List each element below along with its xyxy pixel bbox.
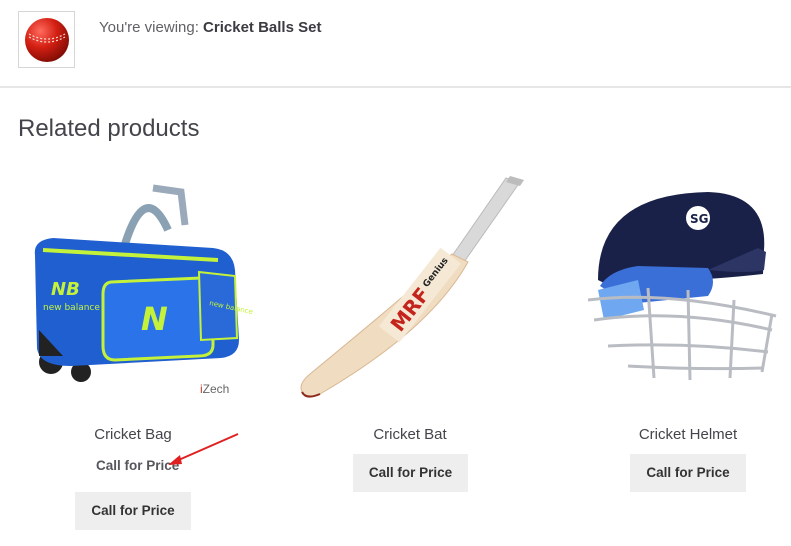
viewing-prefix: You're viewing: (99, 19, 199, 36)
cricket-bat-image[interactable]: MRF Genius (280, 170, 540, 410)
cricket-ball-icon (24, 17, 69, 62)
product-name[interactable]: Cricket Helmet (558, 426, 791, 443)
viewing-label: You're viewing: Cricket Balls Set (99, 19, 321, 36)
svg-text:SG: SG (690, 212, 709, 226)
cricket-helmet-image[interactable]: SG (558, 170, 791, 410)
svg-text:NB: NB (51, 279, 80, 300)
product-name[interactable]: Cricket Bat (280, 426, 540, 443)
call-for-price-button[interactable]: Call for Price (353, 454, 468, 492)
call-for-price-button[interactable]: Call for Price (630, 454, 746, 492)
viewing-product-name[interactable]: Cricket Balls Set (203, 19, 321, 36)
cricket-bag-image[interactable]: N NB new balance new balance (3, 170, 263, 410)
call-for-price-button[interactable]: Call for Price (75, 492, 191, 530)
annotation-arrow-icon (168, 433, 239, 465)
sticky-product-bar: You're viewing: Cricket Balls Set (0, 0, 791, 88)
product-thumbnail[interactable] (18, 11, 75, 68)
watermark-logo: iZech (200, 382, 230, 396)
svg-text:N: N (141, 300, 168, 338)
related-products-heading: Related products (18, 115, 200, 142)
svg-text:new balance: new balance (43, 303, 100, 313)
